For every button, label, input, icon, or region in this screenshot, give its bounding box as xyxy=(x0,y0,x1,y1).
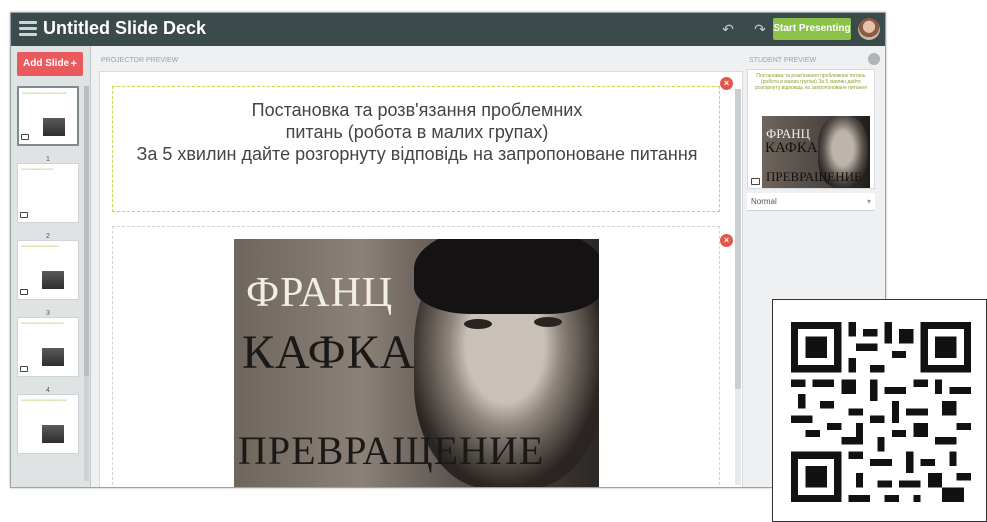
book-cover-image: ФРАНЦ КАФКА ПРЕВРАЩЕНИЕ xyxy=(234,239,599,487)
projector-preview-label: PROJECTOR PREVIEW xyxy=(101,57,179,64)
thumbnail-image xyxy=(42,425,64,443)
add-slide-label: Add Slide xyxy=(23,58,70,69)
book-author-first: ФРАНЦ xyxy=(246,270,394,316)
portrait-hair xyxy=(414,239,599,314)
thumbnail-text: ▪▪▪▪▪▪▪▪▪▪▪▪▪▪▪▪▪▪▪▪▪▪▪▪▪▪▪▪▪▪▪▪▪▪▪▪ xyxy=(21,244,60,248)
book-author-last: КАФКА xyxy=(765,140,818,156)
delete-block-icon[interactable]: × xyxy=(720,77,733,90)
slide-text[interactable]: Постановка та розв'язання проблемних пит… xyxy=(113,99,721,165)
slide-number: 2 xyxy=(46,233,50,240)
slide-thumbnail[interactable]: ▪▪▪▪▪▪▪▪▪▪▪▪▪▪▪▪▪▪▪▪▪▪▪▪▪▪▪▪▪▪▪▪▪▪▪▪▪▪▪▪… xyxy=(17,394,79,454)
book-title: ПРЕВРАЩЕНИЕ xyxy=(238,428,545,473)
slide-number: 1 xyxy=(46,156,50,163)
slide-type-icon xyxy=(20,212,28,218)
sidebar-scrollbar[interactable] xyxy=(84,86,89,481)
redo-icon[interactable]: ↷ xyxy=(751,21,769,37)
slide-thumbnail[interactable]: ▪▪▪▪▪▪▪▪▪▪▪▪▪▪▪▪▪▪▪▪▪▪▪▪▪▪▪▪▪▪ xyxy=(17,163,79,223)
slide-thumbnail[interactable]: ▪▪▪▪▪▪▪▪▪▪▪▪▪▪▪▪▪▪▪▪▪▪▪▪▪▪▪▪▪▪▪▪▪▪▪▪▪▪▪▪ xyxy=(17,317,79,377)
undo-icon[interactable]: ↶ xyxy=(719,21,737,37)
slide-thumbnail[interactable]: ▪▪▪▪▪▪▪▪▪▪▪▪▪▪▪▪▪▪▪▪▪▪▪▪▪▪▪▪▪▪▪▪▪▪▪▪ xyxy=(17,240,79,300)
student-preview: Постановка та розв'язання проблемних пит… xyxy=(747,69,875,189)
book-author-last: КАФКА xyxy=(242,326,416,379)
thumbnail-text: ▪▪▪▪▪▪▪▪▪▪▪▪▪▪▪▪▪▪▪▪▪▪▪▪▪▪▪▪▪▪ xyxy=(21,167,53,171)
thumbnail-text: ▪▪▪▪▪▪▪▪▪▪▪▪▪▪▪▪▪▪▪▪▪▪▪▪▪▪▪▪▪▪▪▪▪▪▪▪▪▪▪▪… xyxy=(22,91,67,95)
qr-code xyxy=(772,299,987,522)
slide-thumbnails: ▪▪▪▪▪▪▪▪▪▪▪▪▪▪▪▪▪▪▪▪▪▪▪▪▪▪▪▪▪▪▪▪▪▪▪▪▪▪▪▪… xyxy=(17,86,81,471)
slide-type-icon xyxy=(20,289,28,295)
menu-icon[interactable] xyxy=(19,21,37,37)
projector-scrollbar[interactable] xyxy=(735,89,741,485)
view-mode-select[interactable]: Normal ▾ xyxy=(747,193,875,211)
thumbnail-image xyxy=(43,118,65,136)
deck-title[interactable]: Untitled Slide Deck xyxy=(43,18,206,39)
slide-number: 3 xyxy=(46,310,50,317)
portrait-eye xyxy=(534,317,562,327)
slide-type-icon xyxy=(20,366,28,372)
thumbnail-image xyxy=(42,348,64,366)
slide-number: 4 xyxy=(46,387,50,394)
gear-icon[interactable] xyxy=(868,53,880,65)
thumbnail-text: ▪▪▪▪▪▪▪▪▪▪▪▪▪▪▪▪▪▪▪▪▪▪▪▪▪▪▪▪▪▪▪▪▪▪▪▪▪▪▪▪… xyxy=(21,398,67,402)
portrait-eye xyxy=(464,319,492,329)
view-mode-value: Normal xyxy=(751,197,777,206)
student-preview-label: STUDENT PREVIEW xyxy=(749,57,817,64)
avatar[interactable] xyxy=(858,18,880,40)
plus-icon: + xyxy=(70,58,77,70)
slide-text-line: За 5 хвилин дайте розгорнуту відповідь н… xyxy=(136,144,698,164)
student-text: Постановка та розв'язання проблемних пит… xyxy=(755,73,867,91)
thumbnail-image xyxy=(42,271,64,289)
slide-sidebar: Add Slide + ▪▪▪▪▪▪▪▪▪▪▪▪▪▪▪▪▪▪▪▪▪▪▪▪▪▪▪▪… xyxy=(11,46,91,487)
book-title: ПРЕВРАЩЕНИЕ xyxy=(766,169,862,184)
top-bar: Untitled Slide Deck ↶ ↷ Start Presenting xyxy=(11,13,885,46)
slide-thumbnail[interactable]: ▪▪▪▪▪▪▪▪▪▪▪▪▪▪▪▪▪▪▪▪▪▪▪▪▪▪▪▪▪▪▪▪▪▪▪▪▪▪▪▪… xyxy=(17,86,79,146)
slide-type-icon xyxy=(21,134,29,140)
delete-block-icon[interactable]: × xyxy=(720,234,733,247)
app-window: Untitled Slide Deck ↶ ↷ Start Presenting… xyxy=(10,12,886,488)
chevron-down-icon: ▾ xyxy=(866,197,871,206)
thumbnail-text: ▪▪▪▪▪▪▪▪▪▪▪▪▪▪▪▪▪▪▪▪▪▪▪▪▪▪▪▪▪▪▪▪▪▪▪▪▪▪▪▪ xyxy=(21,321,64,325)
start-presenting-button[interactable]: Start Presenting xyxy=(773,18,851,40)
text-block[interactable]: Постановка та розв'язання проблемних пит… xyxy=(112,86,720,212)
slide-type-icon xyxy=(751,178,760,185)
qr-code-pattern xyxy=(791,322,971,502)
add-slide-button[interactable]: Add Slide + xyxy=(17,52,83,76)
image-block[interactable]: ФРАНЦ КАФКА ПРЕВРАЩЕНИЕ xyxy=(112,226,720,487)
slide-text-line: Постановка та розв'язання проблемних пит… xyxy=(251,100,583,142)
projector-preview: Постановка та розв'язання проблемних пит… xyxy=(99,71,743,487)
student-book-image: ФРАНЦ КАФКА ПРЕВРАЩЕНИЕ xyxy=(762,116,870,188)
